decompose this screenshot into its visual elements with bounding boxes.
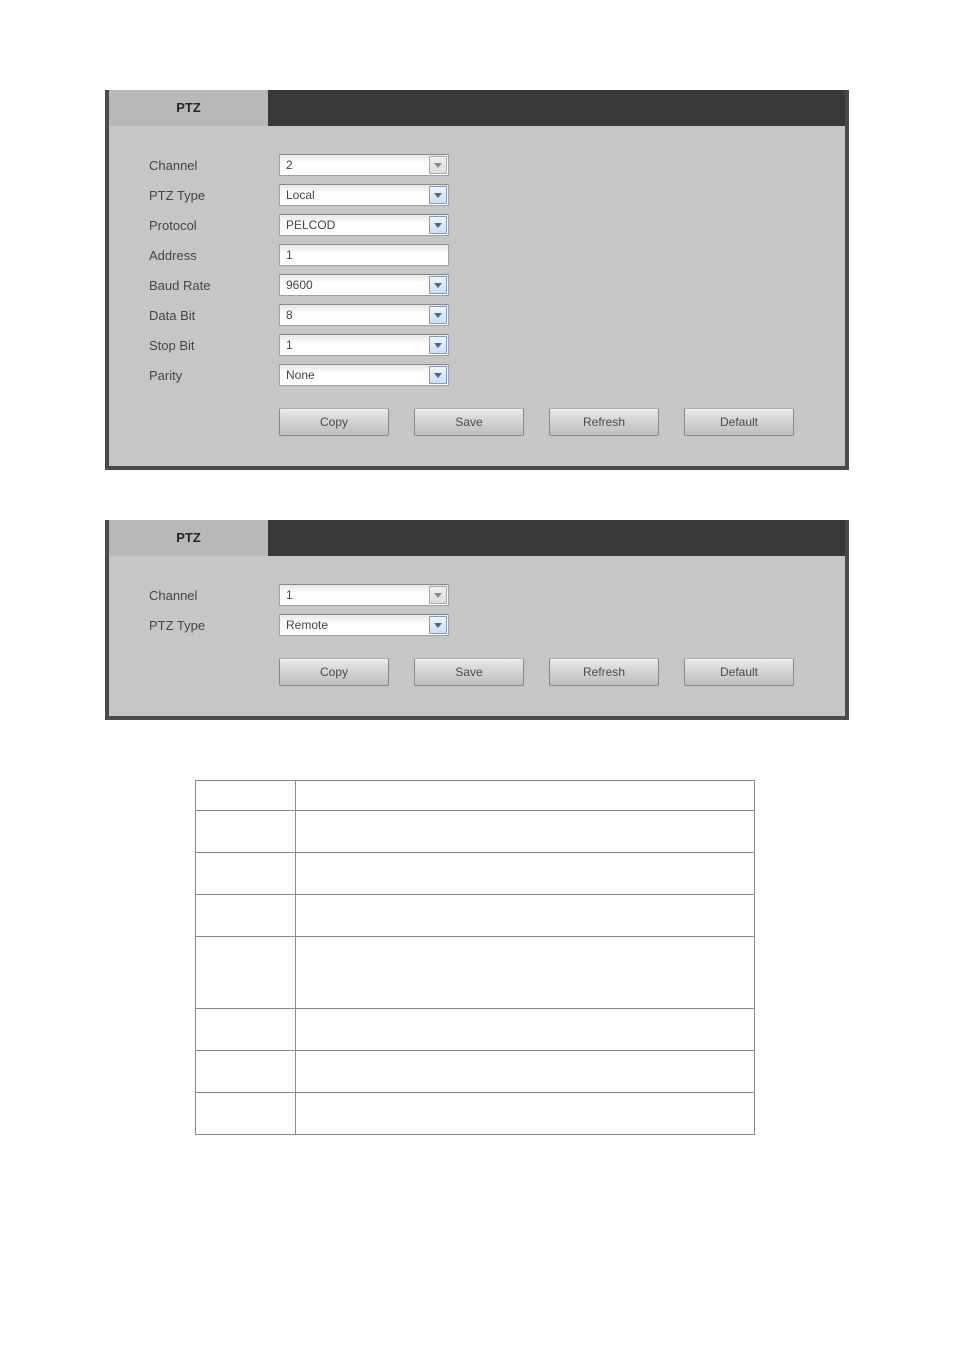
protocol-select[interactable]: PELCOD <box>279 214 449 236</box>
chevron-down-icon[interactable] <box>429 366 447 384</box>
ptz-panel-remote: PTZ Channel 1 PTZ Type Remote Copy Save … <box>105 520 849 720</box>
table-cell <box>196 895 296 937</box>
table-cell <box>196 781 296 811</box>
channel-select[interactable]: 2 <box>279 154 449 176</box>
chevron-down-icon[interactable] <box>429 306 447 324</box>
table-cell <box>296 781 755 811</box>
label-stopbit: Stop Bit <box>149 338 279 353</box>
label-address: Address <box>149 248 279 263</box>
address-value: 1 <box>280 248 448 262</box>
panel-body: Channel 1 PTZ Type Remote Copy Save Refr… <box>109 556 845 716</box>
stopbit-value: 1 <box>280 338 428 352</box>
ptz-panel-local: PTZ Channel 2 PTZ Type Local Protocol PE… <box>105 90 849 470</box>
chevron-down-icon[interactable] <box>429 276 447 294</box>
databit-value: 8 <box>280 308 428 322</box>
save-button[interactable]: Save <box>414 408 524 436</box>
table-cell <box>196 1093 296 1135</box>
chevron-down-icon <box>429 586 447 604</box>
table-cell <box>196 811 296 853</box>
ptztype-value: Remote <box>280 618 428 632</box>
chevron-down-icon[interactable] <box>429 616 447 634</box>
tab-ptz[interactable]: PTZ <box>109 520 269 556</box>
tab-ptz[interactable]: PTZ <box>109 90 269 126</box>
panel-body: Channel 2 PTZ Type Local Protocol PELCOD… <box>109 126 845 466</box>
table-cell <box>296 937 755 1009</box>
copy-button[interactable]: Copy <box>279 408 389 436</box>
label-ptztype: PTZ Type <box>149 618 279 633</box>
table-cell <box>196 853 296 895</box>
refresh-button[interactable]: Refresh <box>549 658 659 686</box>
refresh-button[interactable]: Refresh <box>549 408 659 436</box>
databit-select[interactable]: 8 <box>279 304 449 326</box>
ptztype-select[interactable]: Remote <box>279 614 449 636</box>
label-protocol: Protocol <box>149 218 279 233</box>
chevron-down-icon[interactable] <box>429 216 447 234</box>
table-cell <box>196 1051 296 1093</box>
default-button[interactable]: Default <box>684 408 794 436</box>
tab-bar: PTZ <box>109 520 845 556</box>
table-cell <box>296 895 755 937</box>
default-button[interactable]: Default <box>684 658 794 686</box>
address-input[interactable]: 1 <box>279 244 449 266</box>
chevron-down-icon[interactable] <box>429 336 447 354</box>
table-cell <box>296 1051 755 1093</box>
table-cell <box>296 853 755 895</box>
table-cell <box>296 1093 755 1135</box>
channel-value: 2 <box>280 158 428 172</box>
label-channel: Channel <box>149 588 279 603</box>
parameter-table <box>195 780 755 1135</box>
table-cell <box>296 1009 755 1051</box>
protocol-value: PELCOD <box>280 218 428 232</box>
label-channel: Channel <box>149 158 279 173</box>
chevron-down-icon[interactable] <box>429 186 447 204</box>
channel-value: 1 <box>280 588 428 602</box>
label-baud: Baud Rate <box>149 278 279 293</box>
parity-value: None <box>280 368 428 382</box>
baud-value: 9600 <box>280 278 428 292</box>
stopbit-select[interactable]: 1 <box>279 334 449 356</box>
table-cell <box>296 811 755 853</box>
save-button[interactable]: Save <box>414 658 524 686</box>
label-ptztype: PTZ Type <box>149 188 279 203</box>
tab-bar: PTZ <box>109 90 845 126</box>
ptztype-value: Local <box>280 188 428 202</box>
channel-select[interactable]: 1 <box>279 584 449 606</box>
ptztype-select[interactable]: Local <box>279 184 449 206</box>
parity-select[interactable]: None <box>279 364 449 386</box>
table-cell <box>196 937 296 1009</box>
table-cell <box>196 1009 296 1051</box>
copy-button[interactable]: Copy <box>279 658 389 686</box>
label-parity: Parity <box>149 368 279 383</box>
chevron-down-icon <box>429 156 447 174</box>
label-databit: Data Bit <box>149 308 279 323</box>
baud-select[interactable]: 9600 <box>279 274 449 296</box>
